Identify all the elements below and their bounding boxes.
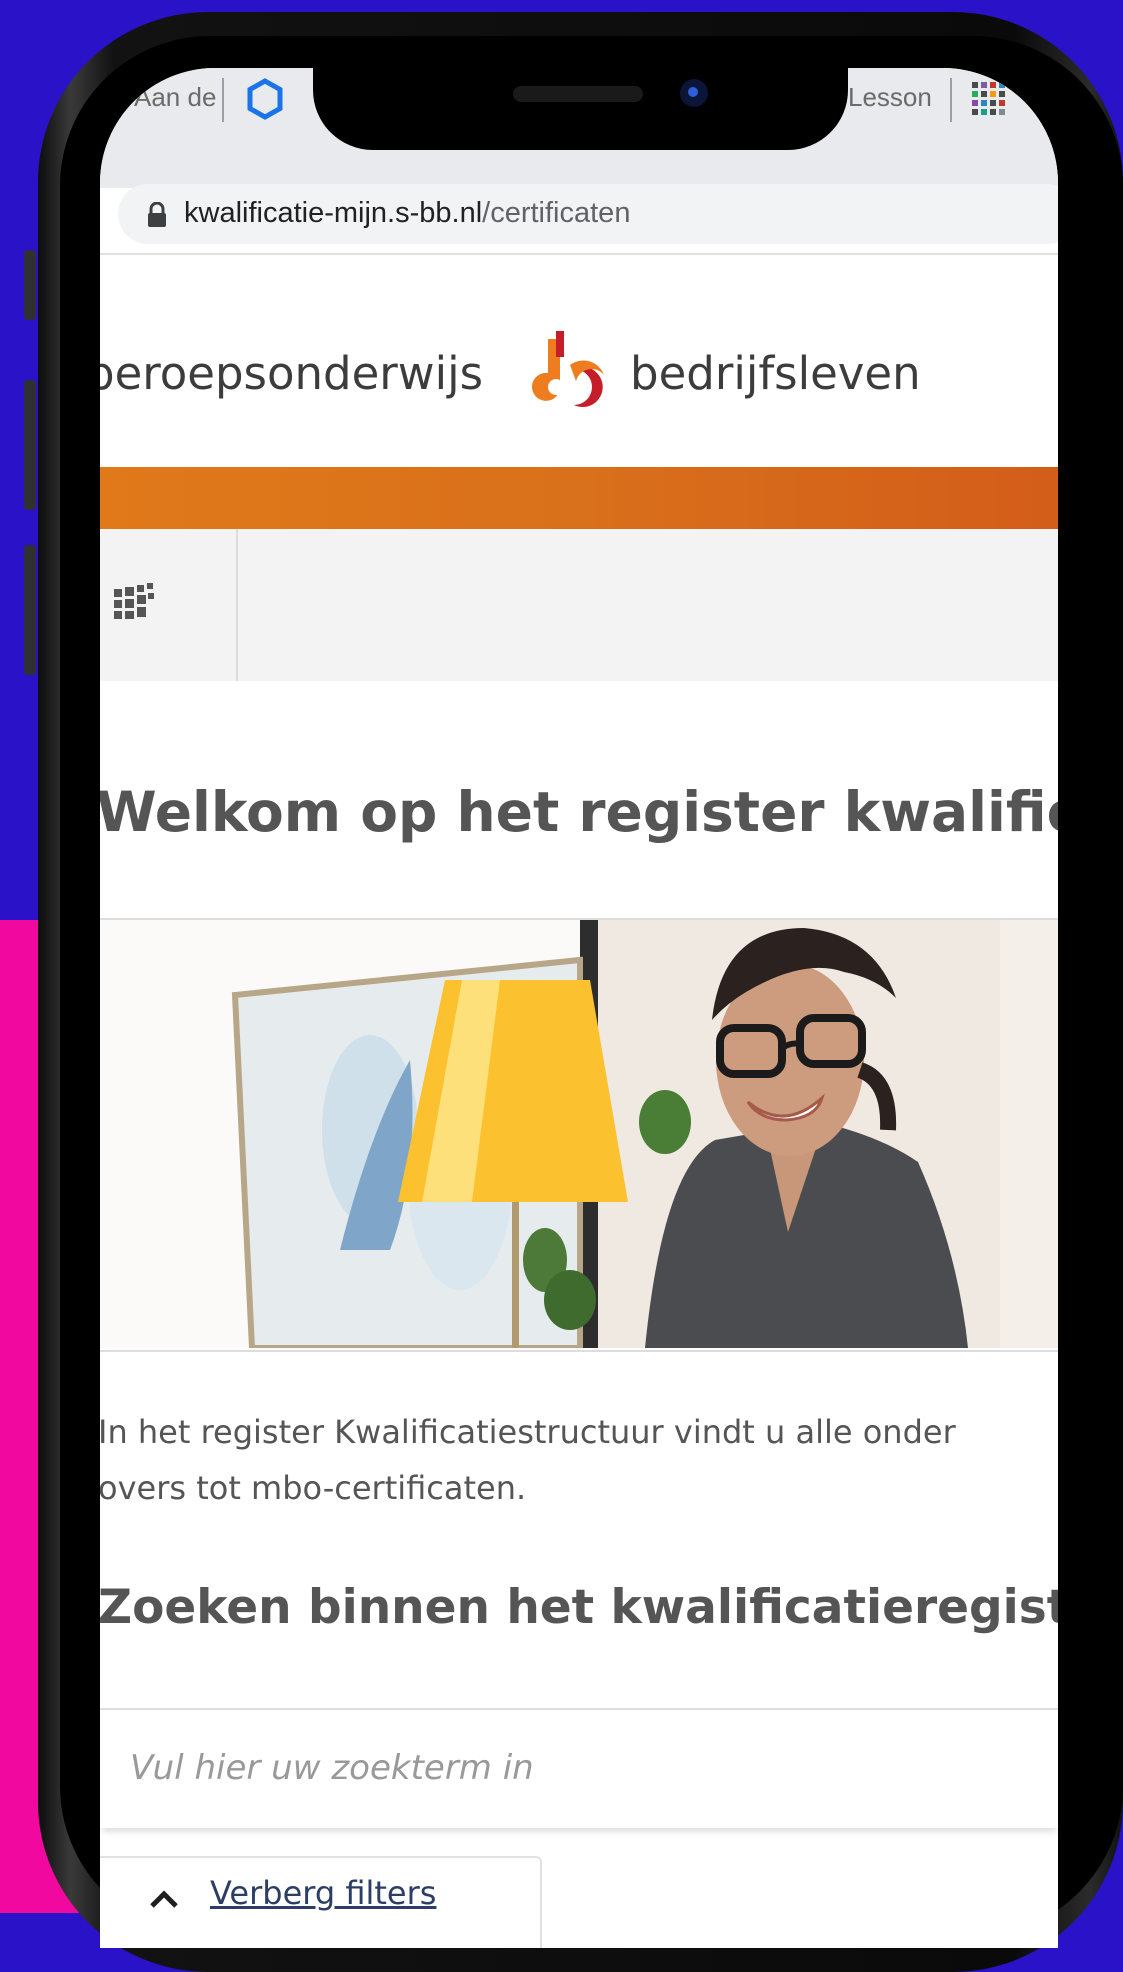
phone-side-button-volume-up — [24, 380, 36, 510]
search-box — [100, 1708, 1058, 1828]
url-text[interactable]: kwalificatie-mijn.s-bb.nl/certificaten — [184, 197, 630, 230]
tab-right-label[interactable]: Lesson — [848, 82, 932, 113]
brand-text-left: beroepsonderwijs — [100, 347, 484, 400]
intro-line-2: overs tot mbo-certificaten. — [100, 1469, 527, 1507]
intro-text: In het register Kwalificatiestructuur vi… — [100, 1404, 1058, 1516]
phone-side-button-volume-down — [24, 545, 36, 675]
nav-strip — [100, 529, 1058, 681]
intro-line-1: In het register Kwalificatiestructuur vi… — [100, 1413, 956, 1451]
phone-screen: Aan de Lesson kwalificatie-mijn.s-bb.nl/… — [100, 68, 1058, 1948]
section-title: Zoeken binnen het kwalificatieregister — [100, 1580, 1058, 1635]
phone-notch — [313, 62, 848, 150]
hero-image — [100, 920, 1058, 1348]
orange-accent-bar — [100, 467, 1058, 529]
brand-text-right: bedrijfsleven — [630, 347, 921, 400]
nav-divider — [236, 529, 238, 681]
address-bar[interactable]: kwalificatie-mijn.s-bb.nl/certificaten — [118, 184, 1058, 244]
tab-divider — [222, 78, 224, 122]
filter-toggle-tab[interactable]: Verberg filters — [100, 1856, 542, 1948]
url-domain: kwalificatie-mijn.s-bb.nl — [184, 197, 483, 229]
phone-camera — [680, 79, 708, 107]
site-header: beroepsonderwijs bedrijfsleven — [100, 255, 1058, 467]
tiles-icon[interactable] — [112, 583, 156, 623]
tab-left-label[interactable]: Aan de — [134, 82, 216, 113]
chevron-up-icon[interactable] — [148, 1888, 180, 1910]
divider — [100, 1350, 1058, 1352]
filter-toggle-link[interactable]: Verberg filters — [210, 1874, 436, 1912]
sbb-logo-icon[interactable] — [526, 329, 614, 415]
phone-speaker — [513, 86, 643, 102]
lock-icon — [148, 202, 166, 227]
chromium-icon[interactable] — [244, 78, 286, 120]
phone-side-button-mute — [24, 250, 36, 320]
url-path: /certificaten — [482, 197, 631, 229]
grid-icon[interactable] — [970, 80, 1008, 118]
page-title: Welkom op het register kwalificati — [100, 780, 1058, 844]
search-input[interactable] — [128, 1738, 1032, 1798]
tab-divider — [950, 78, 952, 122]
